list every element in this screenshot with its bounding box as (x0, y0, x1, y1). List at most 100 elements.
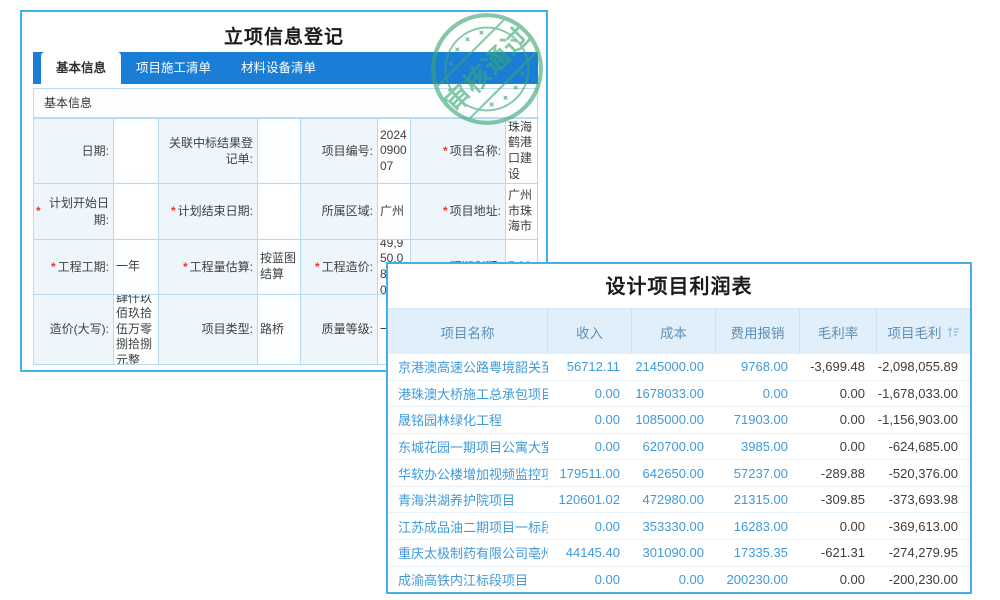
cell-name[interactable]: 京港澳高速公路粤境韶关至 (388, 357, 548, 376)
cell-expense: 21315.00 (716, 492, 800, 507)
cell-name[interactable]: 晟铭园林绿化工程 (388, 410, 548, 429)
column-header-项目名称[interactable]: 项目名称 (388, 309, 548, 354)
cell-margin: 0.00 (800, 519, 877, 534)
column-header-成本[interactable]: 成本 (632, 309, 716, 354)
cell-name[interactable]: 港珠澳大桥施工总承包项目 (388, 384, 548, 403)
cell-cost: 1085000.00 (632, 412, 716, 427)
cell-income: 120601.02 (548, 492, 632, 507)
table-row: 东城花园一期项目公寓大堂0.00620700.003985.000.00-624… (388, 434, 970, 461)
cell-income: 179511.00 (548, 466, 632, 481)
field-value (258, 119, 301, 184)
cell-profit: -200,230.00 (877, 572, 970, 587)
column-header-label: 项目名称 (441, 322, 495, 342)
cell-cost: 1678033.00 (632, 386, 716, 401)
cell-expense: 0.00 (716, 386, 800, 401)
cell-cost: 353330.00 (632, 519, 716, 534)
cell-expense: 71903.00 (716, 412, 800, 427)
cell-name[interactable]: 江苏成品油二期项目一标段 (388, 517, 548, 536)
field-value (258, 184, 301, 240)
table-row: 江苏成品油二期项目一标段0.00353330.0016283.000.00-36… (388, 513, 970, 540)
cell-income: 56712.11 (548, 359, 632, 374)
cell-name[interactable]: 华软办公楼增加视频监控项 (388, 464, 548, 483)
field-value: 广州市珠海市 (506, 184, 538, 240)
field-label: *项目名称: (411, 119, 506, 184)
field-value: 肆仟玖佰玖拾伍万零捌拾捌元整 (114, 295, 159, 365)
table-row: 晟铭园林绿化工程0.001085000.0071903.000.00-1,156… (388, 407, 970, 434)
tab-项目施工清单[interactable]: 项目施工清单 (121, 52, 226, 84)
tab-基本信息[interactable]: 基本信息 (41, 52, 121, 84)
field-value: 2024090007 (378, 119, 411, 184)
text-input[interactable] (116, 191, 156, 232)
cell-income: 0.00 (548, 519, 632, 534)
cell-margin: 0.00 (800, 412, 877, 427)
cell-cost: 0.00 (632, 572, 716, 587)
field-label: 关联中标结果登记单: (159, 119, 258, 184)
column-header-label: 毛利率 (818, 322, 859, 342)
column-header-毛利率[interactable]: 毛利率 (800, 309, 877, 354)
cell-profit: -373,693.98 (877, 492, 970, 507)
profit-table-panel: 设计项目利润表 项目名称 收入 成本费用报销 毛利率项目毛利 京港澳高速公路粤境韶关至… (386, 262, 972, 594)
table-row: 青海洪湖养护院项目120601.02472980.0021315.00-309.… (388, 487, 970, 514)
field-label: *工程量估算: (159, 240, 258, 295)
field-value: 按蓝图结算 (258, 240, 301, 295)
column-header-label: 收入 (576, 322, 603, 342)
field-value: 珠海鹤港口建设 (506, 119, 538, 184)
cell-expense: 3985.00 (716, 439, 800, 454)
cell-cost: 301090.00 (632, 545, 716, 560)
field-label: *工程造价: (301, 240, 378, 295)
cell-name[interactable]: 重庆太极制药有限公司亳州 (388, 543, 548, 562)
field-label: 所属区域: (301, 184, 378, 240)
field-label: 项目类型: (159, 295, 258, 365)
field-label: *工程工期: (34, 240, 114, 295)
cell-cost: 2145000.00 (632, 359, 716, 374)
cell-margin: -3,699.48 (800, 359, 877, 374)
profit-table-body: 京港澳高速公路粤境韶关至56712.112145000.009768.00-3,… (388, 354, 970, 592)
cell-profit: -624,685.00 (877, 439, 970, 454)
cell-cost: 620700.00 (632, 439, 716, 454)
field-value: 路桥 (258, 295, 301, 365)
cell-cost: 472980.00 (632, 492, 716, 507)
field-label: 项目编号: (301, 119, 378, 184)
cell-margin: -621.31 (800, 545, 877, 560)
cell-profit: -1,156,903.00 (877, 412, 970, 427)
column-header-项目毛利[interactable]: 项目毛利 (877, 309, 970, 354)
tab-材料设备清单[interactable]: 材料设备清单 (226, 52, 331, 84)
cell-income: 0.00 (548, 439, 632, 454)
sort-icon[interactable] (947, 326, 960, 338)
column-header-收入[interactable]: 收入 (548, 309, 632, 354)
required-marker: * (443, 143, 448, 159)
field-value: 广州 (378, 184, 411, 240)
page: 立项信息登记 基本信息项目施工清单材料设备清单 基本信息 日期:关联中标结果登记… (0, 0, 1000, 600)
cell-margin: 0.00 (800, 572, 877, 587)
cell-expense: 200230.00 (716, 572, 800, 587)
cell-margin: 0.00 (800, 439, 877, 454)
column-header-费用报销[interactable]: 费用报销 (716, 309, 800, 354)
cell-expense: 16283.00 (716, 519, 800, 534)
cell-income: 0.00 (548, 572, 632, 587)
field-value (114, 184, 159, 240)
column-header-label: 费用报销 (731, 322, 785, 342)
required-marker: * (183, 259, 188, 275)
required-marker: * (443, 203, 448, 219)
cell-income: 0.00 (548, 386, 632, 401)
cell-name[interactable]: 青海洪湖养护院项目 (388, 490, 548, 509)
approval-stamp-icon: 审核通过 ✦✦✦✦✦✦✦✦ (429, 11, 545, 127)
cell-name[interactable]: 东城花园一期项目公寓大堂 (388, 437, 548, 456)
stamp-star-icon: ✦ (500, 92, 514, 106)
required-marker: * (36, 203, 41, 219)
text-input[interactable] (260, 191, 298, 232)
stamp-star-icon: ✦ (510, 81, 524, 95)
text-input[interactable] (116, 127, 156, 175)
cell-income: 0.00 (548, 412, 632, 427)
table-row: 华软办公楼增加视频监控项179511.00642650.0057237.00-2… (388, 460, 970, 487)
cell-expense: 57237.00 (716, 466, 800, 481)
field-label: *项目地址: (411, 184, 506, 240)
cell-income: 44145.40 (548, 545, 632, 560)
field-label: 日期: (34, 119, 114, 184)
cell-profit: -369,613.00 (877, 519, 970, 534)
cell-name[interactable]: 成渝高铁内江标段项目 (388, 570, 548, 589)
required-marker: * (51, 259, 56, 275)
field-value: 一年 (114, 240, 159, 295)
profit-table-title: 设计项目利润表 (388, 264, 970, 308)
cell-profit: -520,376.00 (877, 466, 970, 481)
